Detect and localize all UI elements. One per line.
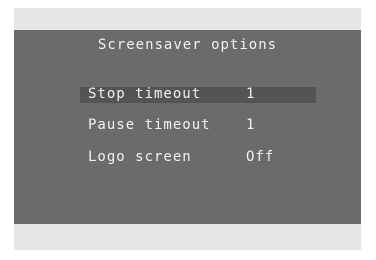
- menu-item-stop-timeout[interactable]: Stop timeout 1: [80, 86, 316, 103]
- menu-item-value: 1: [246, 117, 256, 133]
- menu-item-label: Stop timeout: [88, 86, 202, 102]
- menu-item-label: Pause timeout: [88, 117, 211, 133]
- menu-item-value: Off: [246, 149, 275, 165]
- screen: Screensaver options Stop timeout 1 Pause…: [14, 8, 361, 250]
- menu-item-pause-timeout[interactable]: Pause timeout 1: [80, 117, 316, 134]
- page-title: Screensaver options: [97, 37, 278, 53]
- screensaver-options-panel: Screensaver options Stop timeout 1 Pause…: [14, 30, 361, 224]
- menu-item-logo-screen[interactable]: Logo screen Off: [80, 149, 316, 166]
- menu-item-value: 1: [246, 86, 256, 102]
- menu-item-label: Logo screen: [88, 149, 192, 165]
